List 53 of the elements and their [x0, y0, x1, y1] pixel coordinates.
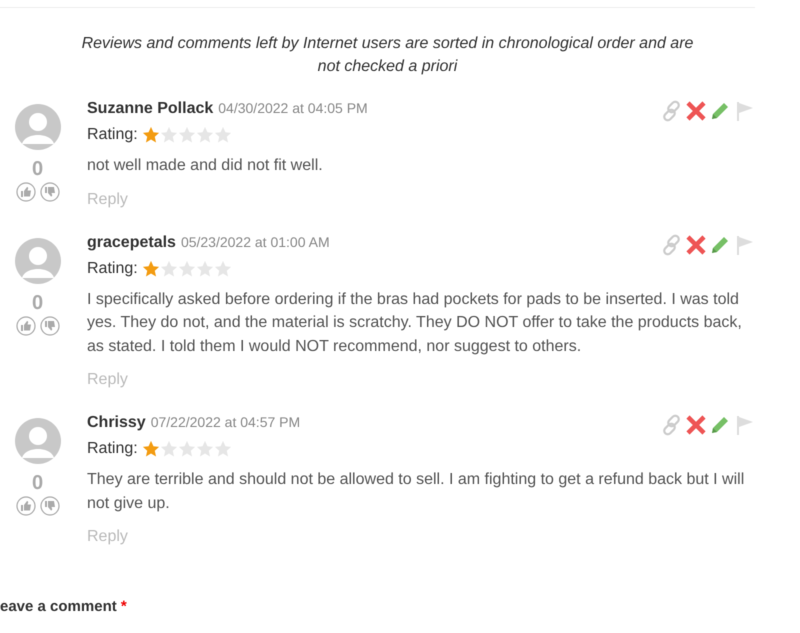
thumbs-down-icon[interactable] [40, 496, 60, 516]
vote-count: 0 [32, 472, 44, 494]
reply-link[interactable]: Reply [87, 368, 128, 392]
star-icon [160, 440, 178, 458]
comment-author: Suzanne Pollack [87, 100, 214, 118]
comment-date: 07/22/2022 at 04:57 PM [150, 414, 300, 430]
star-icon [160, 260, 178, 278]
pencil-icon[interactable] [709, 414, 731, 436]
pencil-icon[interactable] [709, 100, 731, 122]
link-icon[interactable] [661, 414, 683, 436]
comment-author: Chrissy [87, 414, 146, 432]
star-icon [160, 126, 178, 144]
star-icon [178, 126, 196, 144]
star-icon [178, 440, 196, 458]
delete-icon[interactable] [685, 234, 707, 256]
thumbs-up-icon[interactable] [16, 316, 36, 336]
star-icon [214, 440, 232, 458]
comment-date: 05/23/2022 at 01:00 AM [180, 234, 330, 250]
vote-count: 0 [32, 292, 44, 314]
avatar-icon [14, 418, 60, 464]
thumbs-up-icon[interactable] [16, 496, 36, 516]
rating-label: Rating: [87, 440, 138, 458]
star-icon [178, 260, 196, 278]
star-icon [196, 126, 214, 144]
star-icon [142, 126, 160, 144]
comment-text: not well made and did not fit well. [87, 156, 324, 176]
star-icon [196, 440, 214, 458]
delete-icon[interactable] [685, 100, 707, 122]
link-icon[interactable] [661, 234, 683, 256]
star-icon [214, 126, 232, 144]
comment-text: I specifically asked before ordering if the bras had pockets for pads to be inserted. I was told yes. They do not, and the material is scratchy. They DO NOT offer to take the products back, as stated. I told them I would NOT recommend, nor suggest to others. [87, 290, 743, 356]
thumbs-down-icon[interactable] [40, 182, 60, 202]
reply-link[interactable]: Reply [87, 188, 128, 212]
vote-count: 0 [32, 158, 44, 180]
comment-date: 04/30/2022 at 04:05 PM [218, 100, 368, 116]
star-icon [142, 260, 160, 278]
thumbs-down-icon[interactable] [40, 316, 60, 336]
avatar-icon [14, 238, 60, 284]
reply-link[interactable]: Reply [87, 525, 128, 549]
thumbs-up-icon[interactable] [16, 182, 36, 202]
moderation-notice: Reviews and comments left by Internet users are sorted in chronological order and are not checked a priori [80, 34, 694, 77]
star-icon [196, 260, 214, 278]
rating-label: Rating: [87, 260, 138, 278]
comment-text: They are terrible and should not be allowed to sell. I am fighting to get a refund back but I will not give up. [87, 470, 746, 514]
required-mark: * [120, 598, 127, 615]
delete-icon[interactable] [685, 414, 707, 436]
comment-author: gracepetals [87, 234, 176, 252]
star-icon [142, 440, 160, 458]
avatar-icon [14, 104, 60, 150]
link-icon[interactable] [661, 100, 683, 122]
star-icon [214, 260, 232, 278]
leave-comment-heading: eave a comment [0, 598, 117, 615]
rating-label: Rating: [87, 126, 138, 144]
